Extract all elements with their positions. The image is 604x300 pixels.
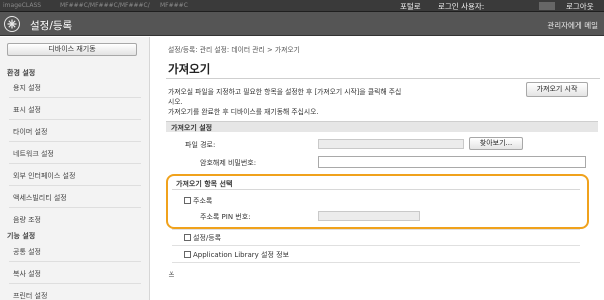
- sidebar-divider: [9, 163, 141, 164]
- sidebar-item-paper[interactable]: 용지 설정: [13, 83, 41, 93]
- sidebar-divider: [9, 261, 141, 262]
- file-path-label: 파일 경로:: [185, 141, 216, 149]
- sidebar-item-display[interactable]: 표시 설정: [13, 105, 41, 115]
- row-divider: [172, 245, 580, 246]
- import-items-heading: 가져오기 항목 선택: [176, 180, 233, 188]
- address-book-checkbox[interactable]: [184, 197, 191, 204]
- sidebar-divider: [9, 141, 141, 142]
- sidebar-item-timer[interactable]: 타이머 설정: [13, 127, 47, 137]
- app-library-option[interactable]: Application Library 설정 정보: [184, 250, 289, 260]
- import-settings-header: 가져오기 설정: [166, 121, 598, 132]
- description-line-2: 시오.: [168, 98, 183, 106]
- breadcrumb: 설정/등록: 관리 설정: 데이터 관리 > 가져오기: [168, 46, 300, 54]
- settings-registration-option[interactable]: 설정/등록: [184, 233, 221, 243]
- description-line-3: 가져오기를 완료한 후 디바이스를 재기동해 주십시오.: [168, 108, 319, 116]
- address-book-option[interactable]: 주소록: [184, 196, 212, 206]
- restart-device-button[interactable]: 디바이스 재기동: [7, 43, 137, 56]
- sidebar-section-func: 기능 설정: [7, 232, 36, 240]
- login-user-label: 로그인 사용자:: [438, 2, 485, 11]
- sidebar-divider: [9, 119, 141, 120]
- sidebar-item-network[interactable]: 네트워크 설정: [13, 149, 54, 159]
- device-name-1: imageCLASS: [3, 2, 42, 9]
- decrypt-password-field[interactable]: [318, 156, 586, 168]
- home-icon[interactable]: [4, 16, 20, 32]
- decrypt-password-label: 암호해제 비밀번호:: [200, 159, 257, 167]
- import-items-divider: [172, 189, 580, 190]
- browse-button[interactable]: 찾아보기...: [469, 137, 523, 150]
- page-title: 가져오기: [168, 62, 211, 76]
- portal-link[interactable]: 포털로: [400, 1, 421, 12]
- start-import-button[interactable]: 가져오기 시작: [526, 82, 588, 97]
- sidebar-item-accessibility[interactable]: 액세스빌리티 설정: [13, 193, 67, 203]
- login-user-value: [539, 2, 555, 10]
- logout-link[interactable]: 로그아웃: [566, 1, 594, 12]
- import-settings-heading: 가져오기 설정: [171, 124, 213, 132]
- address-pin-label: 주소록 PIN 번호:: [200, 213, 251, 221]
- row-divider: [172, 262, 580, 263]
- description-line-1: 가져오실 파일을 지정하고 필요한 항목을 설정한 후 [가져오기 시작]을 클…: [168, 88, 402, 96]
- device-name-2: MF###C/MF###C/MF###C/: [60, 2, 150, 9]
- device-name-3: MF###C: [160, 2, 188, 9]
- row-divider: [172, 229, 580, 230]
- sidebar-item-external-interface[interactable]: 외부 인터페이스 설정: [13, 171, 75, 181]
- sidebar-divider: [9, 185, 141, 186]
- header: 설정/등록 관리자에게 메일: [0, 12, 604, 36]
- title-divider: [166, 78, 600, 79]
- sidebar-divider: [9, 283, 141, 284]
- header-title: 설정/등록: [30, 20, 73, 32]
- sidebar: 디바이스 재기동 환경 설정 용지 설정 표시 설정 타이머 설정 네트워크 설…: [0, 37, 150, 300]
- address-pin-field[interactable]: [318, 211, 420, 221]
- sidebar-item-copy[interactable]: 복사 설정: [13, 269, 41, 279]
- settings-registration-checkbox[interactable]: [184, 234, 191, 241]
- back-to-top-icon[interactable]: ≚: [168, 271, 175, 280]
- app-library-checkbox[interactable]: [184, 251, 191, 258]
- settings-registration-label: 설정/등록: [193, 234, 222, 242]
- top-bar: imageCLASS MF###C/MF###C/MF###C/ MF###C …: [0, 0, 604, 12]
- sidebar-divider: [9, 207, 141, 208]
- sidebar-section-env: 환경 설정: [7, 69, 36, 77]
- app-library-label: Application Library 설정 정보: [193, 251, 290, 259]
- sidebar-divider: [9, 97, 141, 98]
- mail-admin-link[interactable]: 관리자에게 메일: [547, 20, 598, 31]
- address-book-label: 주소록: [193, 197, 213, 205]
- sidebar-item-common[interactable]: 공통 설정: [13, 247, 41, 257]
- sidebar-item-printer[interactable]: 프린터 설정: [13, 291, 47, 300]
- sidebar-item-volume[interactable]: 음량 조정: [13, 215, 41, 225]
- file-path-field[interactable]: [318, 139, 464, 149]
